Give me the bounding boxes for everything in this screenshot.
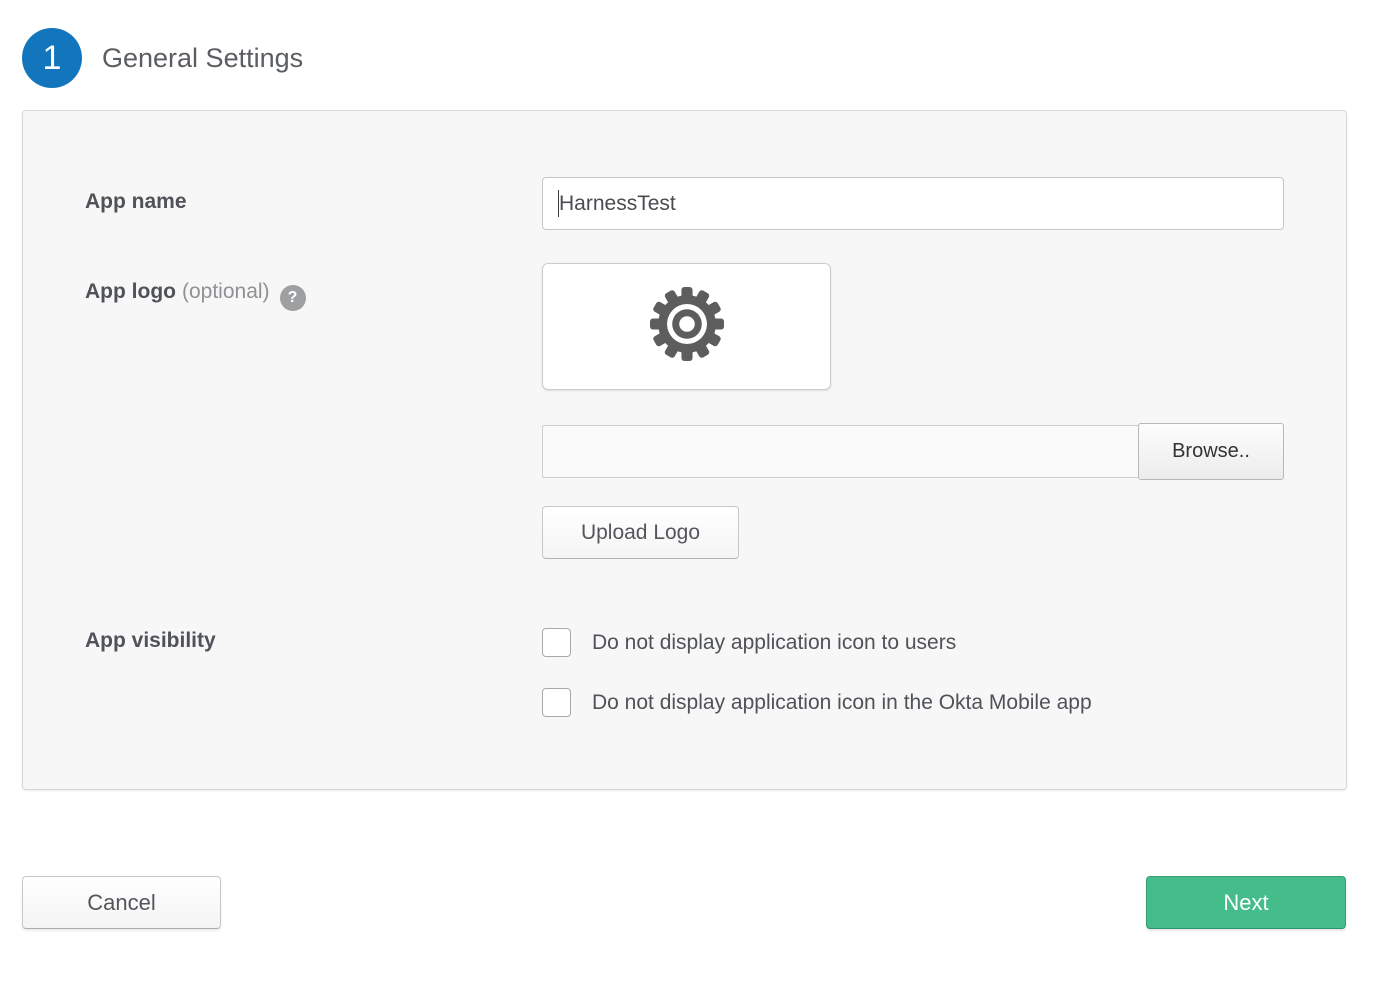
app-logo-label: App logo	[85, 280, 176, 303]
app-name-label: App name	[85, 190, 187, 213]
app-name-row: App name	[85, 177, 1282, 230]
question-mark-icon[interactable]: ?	[280, 285, 306, 311]
app-visibility-label: App visibility	[85, 629, 216, 652]
optional-text: (optional)	[182, 280, 270, 303]
page-title: General Settings	[102, 43, 303, 74]
logo-file-row: Browse..	[542, 425, 1284, 478]
general-settings-page: 1 General Settings App name App logo (opt…	[0, 0, 1388, 986]
app-logo-preview	[542, 263, 831, 390]
app-logo-row: App logo (optional)?	[85, 263, 1282, 559]
visibility-mobile-row: Do not display application icon in the O…	[542, 688, 1282, 717]
app-name-input[interactable]	[542, 177, 1284, 230]
logo-file-input[interactable]	[542, 425, 1138, 478]
app-visibility-row: App visibility Do not display applicatio…	[85, 628, 1282, 717]
hide-icon-mobile-checkbox[interactable]	[542, 688, 571, 717]
step-number: 1	[43, 39, 62, 78]
hide-icon-mobile-label: Do not display application icon in the O…	[592, 691, 1092, 715]
step-number-badge: 1	[22, 28, 82, 88]
hide-icon-users-checkbox[interactable]	[542, 628, 571, 657]
step-header: 1 General Settings	[22, 28, 303, 88]
general-settings-panel: App name App logo (optional)?	[22, 110, 1347, 790]
text-cursor	[558, 190, 559, 217]
hide-icon-users-label: Do not display application icon to users	[592, 631, 956, 655]
next-button[interactable]: Next	[1146, 876, 1346, 929]
upload-logo-button[interactable]: Upload Logo	[542, 506, 739, 559]
browse-button[interactable]: Browse..	[1138, 423, 1284, 480]
wizard-footer: Cancel Next	[22, 876, 1346, 929]
visibility-users-row: Do not display application icon to users	[542, 628, 1282, 657]
cancel-button[interactable]: Cancel	[22, 876, 221, 929]
gear-icon	[650, 287, 724, 366]
